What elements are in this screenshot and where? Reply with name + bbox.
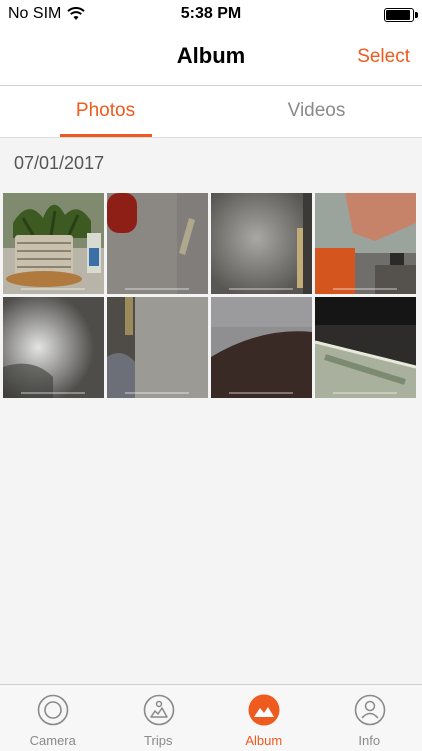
clock: 5:38 PM bbox=[0, 5, 422, 23]
active-tab-indicator bbox=[60, 134, 152, 137]
timestamp-watermark bbox=[333, 288, 397, 290]
photo-thumbnail[interactable] bbox=[107, 297, 208, 398]
tab-camera-label: Camera bbox=[0, 733, 106, 748]
camera-icon bbox=[37, 694, 69, 726]
timestamp-watermark bbox=[333, 392, 397, 394]
tab-trips[interactable]: Trips bbox=[106, 685, 212, 751]
tab-camera[interactable]: Camera bbox=[0, 685, 106, 751]
status-bar: No SIM 5:38 PM bbox=[0, 0, 422, 30]
photo-thumbnail[interactable] bbox=[3, 297, 104, 398]
bottom-tab-bar: Camera Trips Album Info bbox=[0, 684, 422, 751]
tab-info[interactable]: Info bbox=[317, 685, 422, 751]
date-group-header: 07/01/2017 bbox=[14, 153, 104, 174]
tab-photos[interactable]: Photos bbox=[0, 100, 211, 122]
battery-indicator bbox=[384, 8, 414, 22]
photo-thumbnail[interactable] bbox=[315, 297, 416, 398]
timestamp-watermark bbox=[229, 392, 293, 394]
map-icon bbox=[143, 694, 175, 726]
segment-tabs: Photos Videos bbox=[0, 86, 422, 138]
photo-thumbnail[interactable] bbox=[315, 193, 416, 294]
timestamp-watermark bbox=[125, 288, 189, 290]
timestamp-watermark bbox=[21, 392, 85, 394]
navigation-bar: Album Select bbox=[0, 30, 422, 86]
tab-videos[interactable]: Videos bbox=[211, 100, 422, 122]
timestamp-watermark bbox=[21, 288, 85, 290]
timestamp-watermark bbox=[125, 392, 189, 394]
tab-info-label: Info bbox=[317, 733, 422, 748]
user-icon bbox=[354, 694, 386, 726]
tab-album-label: Album bbox=[211, 733, 317, 748]
select-button[interactable]: Select bbox=[357, 46, 410, 68]
timestamp-watermark bbox=[229, 288, 293, 290]
tab-album[interactable]: Album bbox=[211, 685, 317, 751]
album-icon bbox=[248, 694, 280, 726]
photo-thumbnail[interactable] bbox=[211, 297, 312, 398]
photo-thumbnail[interactable] bbox=[107, 193, 208, 294]
tab-trips-label: Trips bbox=[106, 733, 212, 748]
photo-thumbnail[interactable] bbox=[3, 193, 104, 294]
photo-thumbnail[interactable] bbox=[211, 193, 312, 294]
battery-fill bbox=[386, 10, 410, 20]
battery-icon bbox=[384, 8, 414, 22]
